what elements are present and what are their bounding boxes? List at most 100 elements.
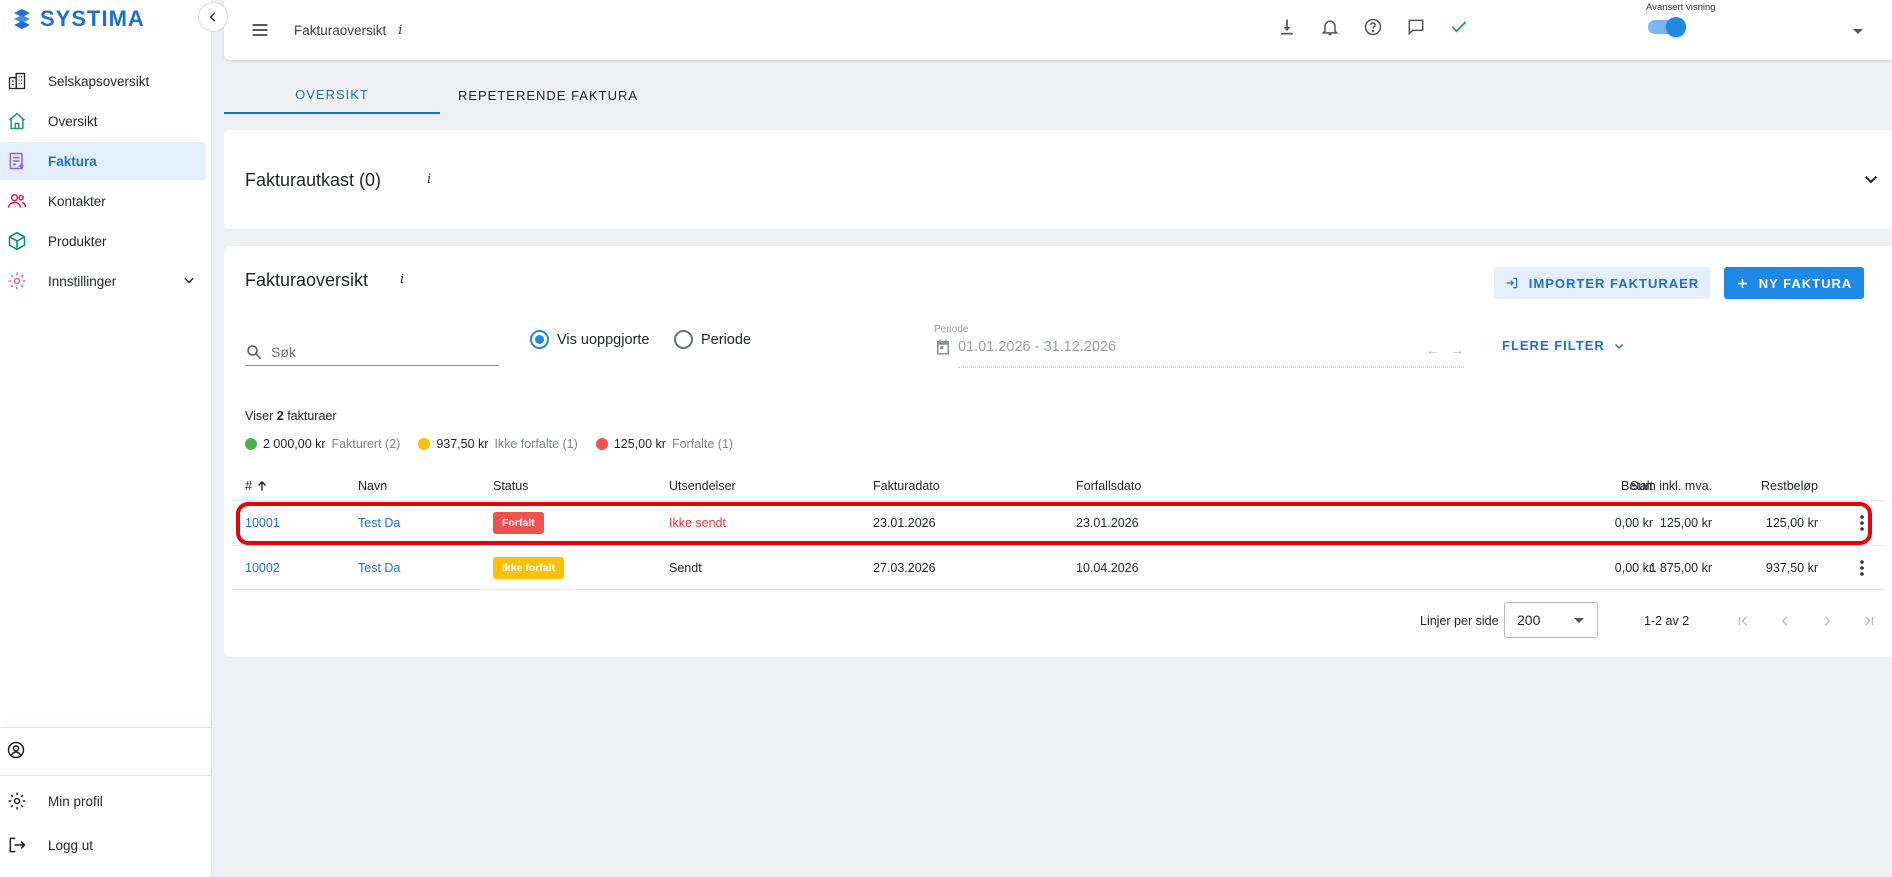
- sidebar-item-innstillinger[interactable]: Innstillinger: [0, 262, 206, 300]
- col-status-header[interactable]: Status: [493, 472, 633, 500]
- col-number-header[interactable]: #: [245, 472, 325, 500]
- chevron-down-icon: [182, 273, 196, 290]
- summary-amount: 125,00 kr: [613, 437, 666, 451]
- import-icon: [1506, 277, 1518, 289]
- more-filters-label: FLERE FILTER: [1502, 338, 1605, 353]
- period-field[interactable]: Periode 01.01.2026 - 31.12.2026 ← →: [934, 324, 1464, 368]
- box-icon: [6, 230, 28, 252]
- advanced-view-toggle[interactable]: [1648, 17, 1686, 37]
- sidebar-nav: Selskapsoversikt Oversikt Faktura Kontak…: [0, 60, 212, 302]
- col-dispatch-header[interactable]: Utsendelser: [669, 472, 819, 500]
- summary-not-due: 937,50 kr Ikke forfalte (1): [418, 437, 578, 451]
- logo[interactable]: SYSTIMA: [10, 6, 145, 32]
- invoice-overview-card: Fakturaoversikt i IMPORTER FAKTURAER NY …: [224, 246, 1892, 657]
- summary-amount: 2 000,00 kr: [263, 437, 326, 451]
- first-page-icon[interactable]: [1732, 610, 1754, 632]
- col-remaining-header[interactable]: Restbeløp: [1632, 472, 1818, 500]
- building-icon: [6, 70, 28, 92]
- search-field: [245, 338, 499, 366]
- home-icon: [6, 110, 28, 132]
- info-icon[interactable]: i: [398, 23, 402, 38]
- summary-amount: 937,50 kr: [436, 437, 489, 451]
- page-buttons: [1732, 610, 1880, 632]
- next-page-icon[interactable]: [1816, 610, 1838, 632]
- sidebar-item-faktura[interactable]: Faktura: [0, 142, 206, 180]
- period-underline: [958, 367, 1464, 368]
- chat-icon[interactable]: [1403, 14, 1429, 40]
- last-page-icon[interactable]: [1858, 610, 1880, 632]
- chevron-down-icon[interactable]: [1862, 170, 1880, 191]
- sidebar-item-selskapsoversikt[interactable]: Selskapsoversikt: [0, 62, 206, 100]
- arrow-left-icon[interactable]: ←: [1426, 342, 1440, 358]
- arrow-right-icon[interactable]: →: [1450, 342, 1464, 358]
- check-icon[interactable]: [1446, 14, 1472, 40]
- chevron-left-icon: [209, 12, 216, 22]
- user-avatar-icon: [6, 740, 26, 763]
- radio-periode[interactable]: Periode: [674, 330, 751, 349]
- invoice-number-link[interactable]: 10002: [245, 546, 325, 589]
- customer-name-link[interactable]: Test Da: [358, 501, 468, 545]
- table-row[interactable]: 10002 Test Da Ikke forfalt Sendt 27.03.2…: [232, 545, 1884, 590]
- sidebar: SYSTIMA Selskapsoversikt Oversikt Faktur…: [0, 0, 212, 877]
- invoice-date: 23.01.2026: [873, 516, 936, 530]
- showing-suffix: fakturaer: [287, 409, 337, 423]
- download-icon[interactable]: [1274, 14, 1300, 40]
- tab-repeterende-faktura[interactable]: REPETERENDE FAKTURA: [440, 76, 656, 114]
- hamburger-icon: [252, 24, 268, 36]
- plus-icon: [1737, 278, 1747, 288]
- info-icon[interactable]: i: [400, 272, 404, 287]
- menu-button[interactable]: [248, 18, 272, 42]
- sidebar-item-logg-ut[interactable]: Logg ut: [0, 826, 206, 864]
- col-number-label: #: [245, 479, 252, 493]
- period-label: Periode: [934, 324, 969, 335]
- invoice-number-link[interactable]: 10001: [245, 501, 325, 545]
- status-cell: Forfalt: [493, 501, 633, 545]
- chevron-down-icon: [1614, 343, 1623, 349]
- row-menu-icon[interactable]: [1852, 546, 1872, 589]
- col-due-date-header[interactable]: Forfallsdato: [1076, 472, 1226, 500]
- topbar: Fakturaoversikt i Avansert visning: [224, 0, 1892, 60]
- search-input[interactable]: [271, 343, 481, 360]
- col-invoice-date-header[interactable]: Fakturadato: [873, 472, 1023, 500]
- col-paid-header[interactable]: Betalt: [1432, 472, 1653, 500]
- sidebar-item-min-profil[interactable]: Min profil: [0, 782, 206, 820]
- more-filters-button[interactable]: FLERE FILTER: [1502, 338, 1625, 353]
- overview-title: Fakturaoversikt: [245, 270, 369, 290]
- table-row[interactable]: 10001 Test Da Forfalt Ikke sendt 23.01.2…: [232, 500, 1884, 545]
- sidebar-item-kontakter[interactable]: Kontakter: [0, 182, 206, 220]
- showing-number: 2: [276, 409, 284, 423]
- paid-amount: 0,00 kr: [1614, 560, 1653, 575]
- systima-logo-icon: [14, 9, 30, 29]
- advanced-view: Avansert visning: [1646, 2, 1716, 37]
- summary-label: Fakturert (2): [331, 437, 401, 451]
- calendar-icon: [937, 339, 949, 355]
- help-icon[interactable]: [1360, 14, 1386, 40]
- sidebar-collapse-button[interactable]: [198, 2, 228, 32]
- summary-label: Ikke forfalte (1): [494, 437, 578, 451]
- radio-label: Vis uoppgjorte: [557, 331, 650, 348]
- bell-icon[interactable]: [1317, 14, 1343, 40]
- user-row[interactable]: [0, 728, 212, 776]
- sidebar-item-label: Oversikt: [48, 113, 98, 129]
- radio-vis-uoppgjorte[interactable]: Vis uoppgjorte: [530, 330, 649, 349]
- customer-name-link[interactable]: Test Da: [358, 546, 468, 589]
- import-invoices-button[interactable]: IMPORTER FAKTURAER: [1494, 267, 1710, 299]
- rows-per-page-select[interactable]: 200: [1504, 602, 1598, 638]
- gear-icon: [6, 790, 28, 812]
- sidebar-item-produkter[interactable]: Produkter: [0, 222, 206, 260]
- tab-oversikt[interactable]: OVERSIKT: [224, 76, 440, 114]
- col-name-header[interactable]: Navn: [358, 472, 468, 500]
- info-icon[interactable]: i: [427, 172, 431, 187]
- status-dot: [418, 438, 431, 450]
- dispatch-status: Ikke sendt: [669, 516, 726, 530]
- logo-text: SYSTIMA: [40, 6, 145, 31]
- new-invoice-button[interactable]: NY FAKTURA: [1724, 267, 1864, 299]
- paid-amount: 0,00 kr: [1614, 516, 1653, 530]
- caret-down-icon[interactable]: [1852, 24, 1864, 40]
- invoice-date: 27.03.2026: [873, 560, 936, 575]
- sidebar-item-label: Min profil: [48, 793, 103, 809]
- sidebar-item-oversikt[interactable]: Oversikt: [0, 102, 206, 140]
- prev-page-icon[interactable]: [1774, 610, 1796, 632]
- status-dot: [595, 438, 608, 450]
- row-menu-icon[interactable]: [1852, 501, 1872, 545]
